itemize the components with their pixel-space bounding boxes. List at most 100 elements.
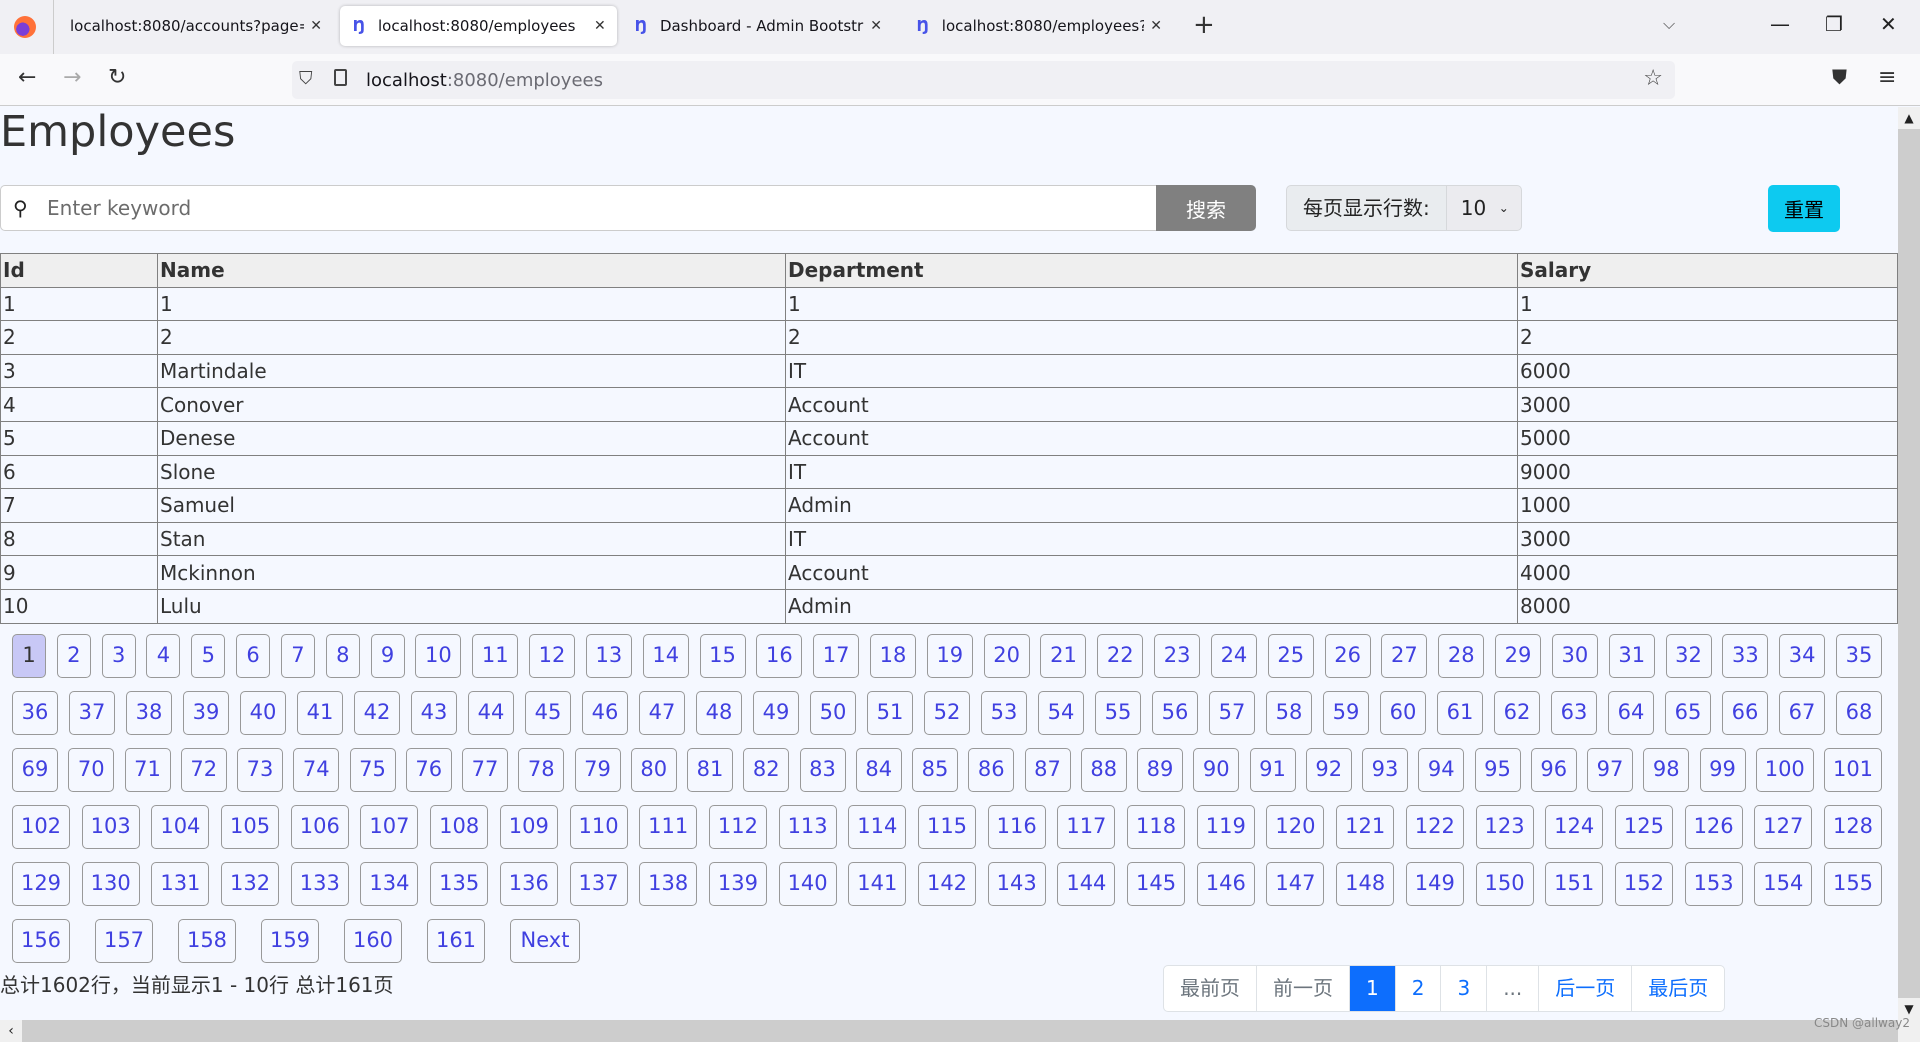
- page-number-link[interactable]: 135: [430, 862, 489, 906]
- tab-employees-page[interactable]: Ŋ localhost:8080/employees?page ✕: [904, 6, 1172, 46]
- page-number-link[interactable]: 33: [1722, 634, 1769, 678]
- page-number-link[interactable]: 86: [968, 748, 1015, 792]
- close-tab-icon[interactable]: ✕: [310, 18, 322, 34]
- close-tab-icon[interactable]: ✕: [594, 18, 606, 34]
- firefox-icon[interactable]: [14, 16, 36, 38]
- page-number-link[interactable]: 97: [1587, 748, 1633, 792]
- page-number-link[interactable]: 118: [1127, 805, 1186, 849]
- page-number-link[interactable]: 31: [1608, 634, 1655, 678]
- horizontal-scrollbar[interactable]: ‹: [0, 1020, 1898, 1042]
- page-number-link[interactable]: 53: [981, 691, 1027, 735]
- page-number-link[interactable]: 55: [1095, 691, 1141, 735]
- menu-hamburger-icon[interactable]: ≡: [1878, 65, 1896, 90]
- page-number-link[interactable]: 108: [430, 805, 489, 849]
- first-page-link[interactable]: 最前页: [1164, 966, 1257, 1011]
- page-number-link[interactable]: 24: [1210, 634, 1257, 678]
- page-number-link[interactable]: 2: [56, 634, 91, 678]
- page-number-link[interactable]: 35: [1836, 634, 1882, 678]
- page-number-link[interactable]: 146: [1196, 862, 1255, 906]
- page-number-link[interactable]: 76: [405, 748, 452, 792]
- page-number-link[interactable]: 89: [1137, 748, 1183, 792]
- page-number-link[interactable]: 117: [1057, 805, 1116, 849]
- page-number-link[interactable]: 85: [912, 748, 958, 792]
- page-number-link[interactable]: 82: [743, 748, 790, 792]
- page-number-link[interactable]: 114: [848, 805, 907, 849]
- page-number-link[interactable]: 119: [1196, 805, 1255, 849]
- page-number-link[interactable]: 121: [1336, 805, 1395, 849]
- page-number-link[interactable]: 57: [1209, 691, 1255, 735]
- page-number-link[interactable]: 59: [1323, 691, 1369, 735]
- page-number-link[interactable]: 77: [462, 748, 508, 792]
- page-number-link[interactable]: 43: [411, 691, 457, 735]
- page-number-link[interactable]: 115: [918, 805, 976, 849]
- page-number-link[interactable]: 140: [778, 862, 837, 906]
- page-number-link[interactable]: 93: [1362, 748, 1408, 792]
- page-number-link[interactable]: 69: [12, 748, 58, 792]
- page-number-link[interactable]: 17: [813, 634, 860, 678]
- back-arrow-icon[interactable]: ←: [18, 65, 36, 90]
- page-number-link[interactable]: 91: [1249, 748, 1296, 792]
- page-number-link[interactable]: 158: [178, 919, 236, 963]
- new-tab-icon[interactable]: +: [1193, 10, 1215, 40]
- shield-icon[interactable]: ⛉: [299, 68, 313, 89]
- page-number-link[interactable]: 26: [1324, 634, 1371, 678]
- scroll-up-icon[interactable]: ▲: [1898, 107, 1920, 129]
- page-number-link[interactable]: 25: [1267, 634, 1314, 678]
- page-number-link[interactable]: 70: [68, 748, 115, 792]
- page-number-link[interactable]: 83: [799, 748, 846, 792]
- page-number-link[interactable]: 63: [1551, 691, 1597, 735]
- page-number-link[interactable]: 54: [1038, 691, 1084, 735]
- page-number-link[interactable]: 52: [924, 691, 970, 735]
- page-number-link[interactable]: 27: [1381, 634, 1428, 678]
- page-number-link[interactable]: 66: [1722, 691, 1768, 735]
- page-number-link[interactable]: 40: [240, 691, 286, 735]
- page-number-link[interactable]: 137: [569, 862, 628, 906]
- page-number-link[interactable]: 133: [290, 862, 349, 906]
- search-input[interactable]: [47, 186, 1097, 230]
- page-number-link[interactable]: 58: [1266, 691, 1312, 735]
- page-number-link[interactable]: 16: [756, 634, 803, 678]
- page-number-link[interactable]: 30: [1551, 634, 1598, 678]
- page-number-link[interactable]: 60: [1380, 691, 1426, 735]
- page-number-link[interactable]: 107: [360, 805, 419, 849]
- page-number-link[interactable]: 94: [1418, 748, 1465, 792]
- page-number-link[interactable]: 4: [146, 634, 181, 678]
- pocket-icon[interactable]: ⛊: [1832, 65, 1847, 89]
- page-number-link[interactable]: 153: [1684, 862, 1743, 906]
- page-number-link[interactable]: 92: [1305, 748, 1352, 792]
- page-number-link[interactable]: 155: [1824, 862, 1882, 906]
- page-number-link[interactable]: 32: [1665, 634, 1712, 678]
- page-number-link[interactable]: 44: [468, 691, 514, 735]
- page-number-link[interactable]: 65: [1665, 691, 1711, 735]
- page-number-link[interactable]: 122: [1405, 805, 1464, 849]
- page-number-link[interactable]: 29: [1495, 634, 1542, 678]
- page-number-link[interactable]: 84: [855, 748, 902, 792]
- search-button[interactable]: 搜索: [1156, 185, 1256, 231]
- page-number-link[interactable]: 23: [1154, 634, 1201, 678]
- page-number-link[interactable]: 129: [12, 862, 70, 906]
- tab-accounts[interactable]: localhost:8080/accounts?page=2 ✕: [60, 6, 332, 46]
- address-bar[interactable]: ⛉ localhost:8080/employees ☆: [292, 61, 1675, 99]
- tab-dashboard[interactable]: Ŋ Dashboard - Admin Bootstrap ✕: [622, 6, 892, 46]
- page-number-link[interactable]: 124: [1545, 805, 1604, 849]
- page-number-link[interactable]: 75: [349, 748, 396, 792]
- page-number-link[interactable]: 142: [918, 862, 976, 906]
- page-number-link[interactable]: 161: [427, 919, 485, 963]
- page-number-link[interactable]: 62: [1494, 691, 1540, 735]
- page-number-link[interactable]: 36: [12, 691, 58, 735]
- page-number-link[interactable]: 22: [1097, 634, 1144, 678]
- rows-per-page-select[interactable]: 10 ⌄: [1446, 185, 1522, 231]
- page-number-link[interactable]: 151: [1545, 862, 1604, 906]
- page-number-link[interactable]: 150: [1475, 862, 1534, 906]
- page-number-link[interactable]: 45: [525, 691, 571, 735]
- page-number-link[interactable]: 18: [870, 634, 916, 678]
- page-number-link[interactable]: 10: [415, 634, 462, 678]
- page-number-link[interactable]: 78: [518, 748, 565, 792]
- page-number-link[interactable]: 130: [81, 862, 140, 906]
- page-number-link[interactable]: 38: [126, 691, 172, 735]
- url-text[interactable]: localhost:8080/employees: [366, 70, 603, 91]
- tab-employees[interactable]: Ŋ localhost:8080/employees ✕: [340, 6, 617, 46]
- page-number-link[interactable]: 87: [1024, 748, 1071, 792]
- page-number-link[interactable]: 6: [236, 634, 271, 678]
- reload-icon[interactable]: ↻: [108, 65, 126, 90]
